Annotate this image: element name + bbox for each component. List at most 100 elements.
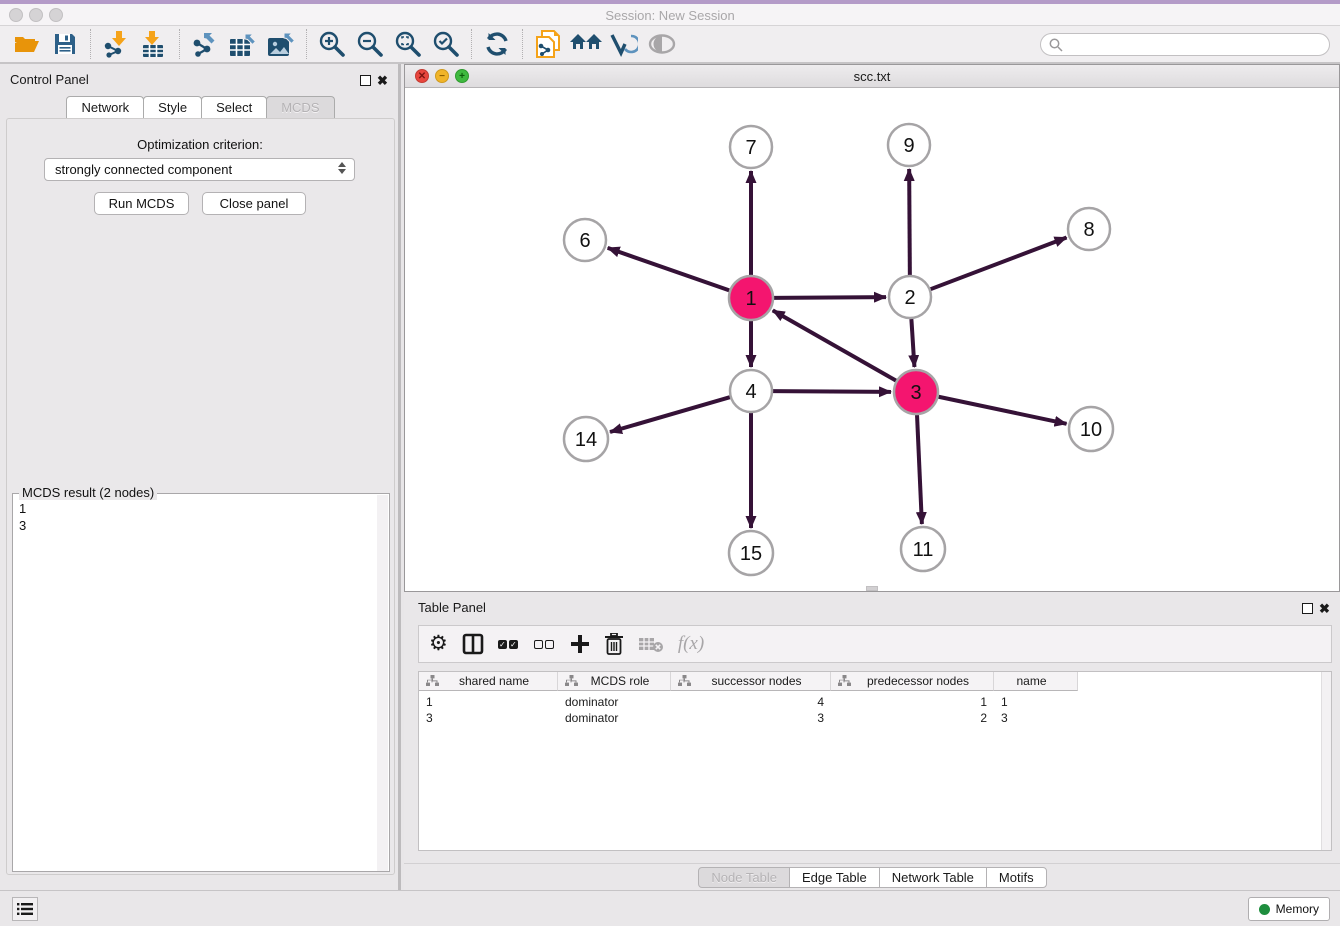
open-folder-icon[interactable] [8,28,46,60]
edge-2-3[interactable] [911,319,914,367]
node-table[interactable]: shared nameMCDS rolesuccessor nodesprede… [418,671,1332,851]
tab-edge-table[interactable]: Edge Table [789,867,880,888]
table-panel: Table Panel ✖ ⚙ ✓✓ f(x) shared nameMCDS … [404,592,1340,890]
list-icon [17,902,33,916]
mcds-result-title: MCDS result (2 nodes) [19,485,157,500]
optimization-criterion-label: Optimization criterion: [0,137,400,152]
close-table-panel-icon[interactable]: ✖ [1319,600,1330,618]
edge-2-8[interactable] [931,238,1067,290]
run-mcds-button[interactable]: Run MCDS [94,192,189,215]
tab-network-table[interactable]: Network Table [879,867,987,888]
toolbar-separator [306,29,307,59]
cell-shared-name[interactable]: 1 [419,694,558,710]
cell-predecessor-nodes[interactable]: 2 [831,710,994,726]
zoom-out-icon[interactable] [351,28,389,60]
refresh-layout-icon[interactable] [478,28,516,60]
edge-4-14[interactable] [610,397,730,432]
select-all-columns-icon[interactable]: ✓✓ [498,629,520,659]
column-header-predecessor-nodes[interactable]: predecessor nodes [831,672,994,691]
column-header-shared-name[interactable]: shared name [419,672,558,691]
cell-successor-nodes[interactable]: 4 [671,694,831,710]
task-history-button[interactable] [12,897,38,921]
table-panel-tabs: Node TableEdge TableNetwork TableMotifs [404,863,1340,888]
node-label-9: 9 [903,135,914,157]
tab-node-table[interactable]: Node Table [698,867,790,888]
memory-status-icon [1259,904,1270,915]
cell-predecessor-nodes[interactable]: 1 [831,694,994,710]
column-header-MCDS-role[interactable]: MCDS role [558,672,671,691]
node-label-15: 15 [740,543,762,565]
toolbar-separator [90,29,91,59]
cell-name[interactable]: 3 [994,710,1078,726]
edge-3-11[interactable] [917,415,922,524]
edge-3-10[interactable] [939,397,1067,424]
home-view-icon[interactable] [567,28,605,60]
edge-2-9[interactable] [909,169,910,275]
node-label-11: 11 [913,539,934,561]
float-panel-icon[interactable] [360,73,371,91]
canvas-hscroll-thumb[interactable] [866,586,878,591]
table-row[interactable]: 1dominator411 [419,694,1331,710]
criterion-dropdown[interactable]: strongly connected component [44,158,355,181]
node-label-3: 3 [910,382,921,404]
search-field[interactable] [1040,33,1330,56]
hierarchy-icon [426,675,439,687]
network-document-icon[interactable] [529,28,567,60]
status-bar: Memory [0,890,1340,926]
export-network-icon[interactable] [186,28,224,60]
deselect-all-columns-icon[interactable] [534,629,556,659]
mcds-result-list[interactable]: 1 3 [19,500,26,534]
cell-shared-name[interactable]: 3 [419,710,558,726]
export-table-icon[interactable] [224,28,262,60]
show-graphics-details-icon [643,28,681,60]
hierarchy-icon [565,675,578,687]
close-panel-icon[interactable]: ✖ [377,72,388,90]
network-view-window: ✕ − + scc.txt 7986124314101511 [404,64,1340,592]
toolbar-separator [522,29,523,59]
table-panel-title: Table Panel [418,600,486,615]
cell-name[interactable]: 1 [994,694,1078,710]
delete-column-icon[interactable] [604,629,624,659]
float-table-panel-icon[interactable] [1302,601,1313,619]
column-header-successor-nodes[interactable]: successor nodes [671,672,831,691]
add-column-icon[interactable] [570,629,590,659]
zoom-fit-icon[interactable] [389,28,427,60]
function-builder-icon: f(x) [678,629,704,659]
memory-button[interactable]: Memory [1248,897,1330,921]
tab-mcds[interactable]: MCDS [266,96,334,118]
delete-table-icon [638,629,664,659]
import-table-icon[interactable] [135,28,173,60]
network-graph-canvas[interactable]: 7986124314101511 [405,88,1339,591]
control-panel-tabs: NetworkStyleSelectMCDS [0,96,400,118]
edge-1-6[interactable] [608,248,730,290]
cell-MCDS-role[interactable]: dominator [558,694,671,710]
column-header-name[interactable]: name [994,672,1078,691]
toolbar-separator [471,29,472,59]
search-input[interactable] [1063,38,1313,52]
save-icon[interactable] [46,28,84,60]
table-row[interactable]: 3dominator323 [419,710,1331,726]
edge-1-2[interactable] [774,297,886,298]
zoom-selected-icon[interactable] [427,28,465,60]
edge-3-1[interactable] [773,310,896,380]
tab-motifs[interactable]: Motifs [986,867,1047,888]
zoom-in-icon[interactable] [313,28,351,60]
cell-MCDS-role[interactable]: dominator [558,710,671,726]
tab-network[interactable]: Network [66,96,144,118]
import-network-icon[interactable] [97,28,135,60]
node-label-8: 8 [1083,219,1094,241]
table-settings-icon[interactable]: ⚙ [429,629,448,659]
close-panel-button[interactable]: Close panel [202,192,306,215]
table-scrollbar[interactable] [1321,672,1331,850]
window-title: Session: New Session [0,8,1340,23]
tab-select[interactable]: Select [201,96,267,118]
edge-4-3[interactable] [773,391,891,392]
mcds-result-scrollbar[interactable] [377,495,388,871]
show-columns-icon[interactable] [462,629,484,659]
node-label-1: 1 [745,288,756,310]
network-window-titlebar[interactable]: ✕ − + scc.txt [405,65,1339,88]
export-image-icon[interactable] [262,28,300,60]
tab-style[interactable]: Style [143,96,202,118]
cell-successor-nodes[interactable]: 3 [671,710,831,726]
hide-graphics-details-icon[interactable] [605,28,643,60]
